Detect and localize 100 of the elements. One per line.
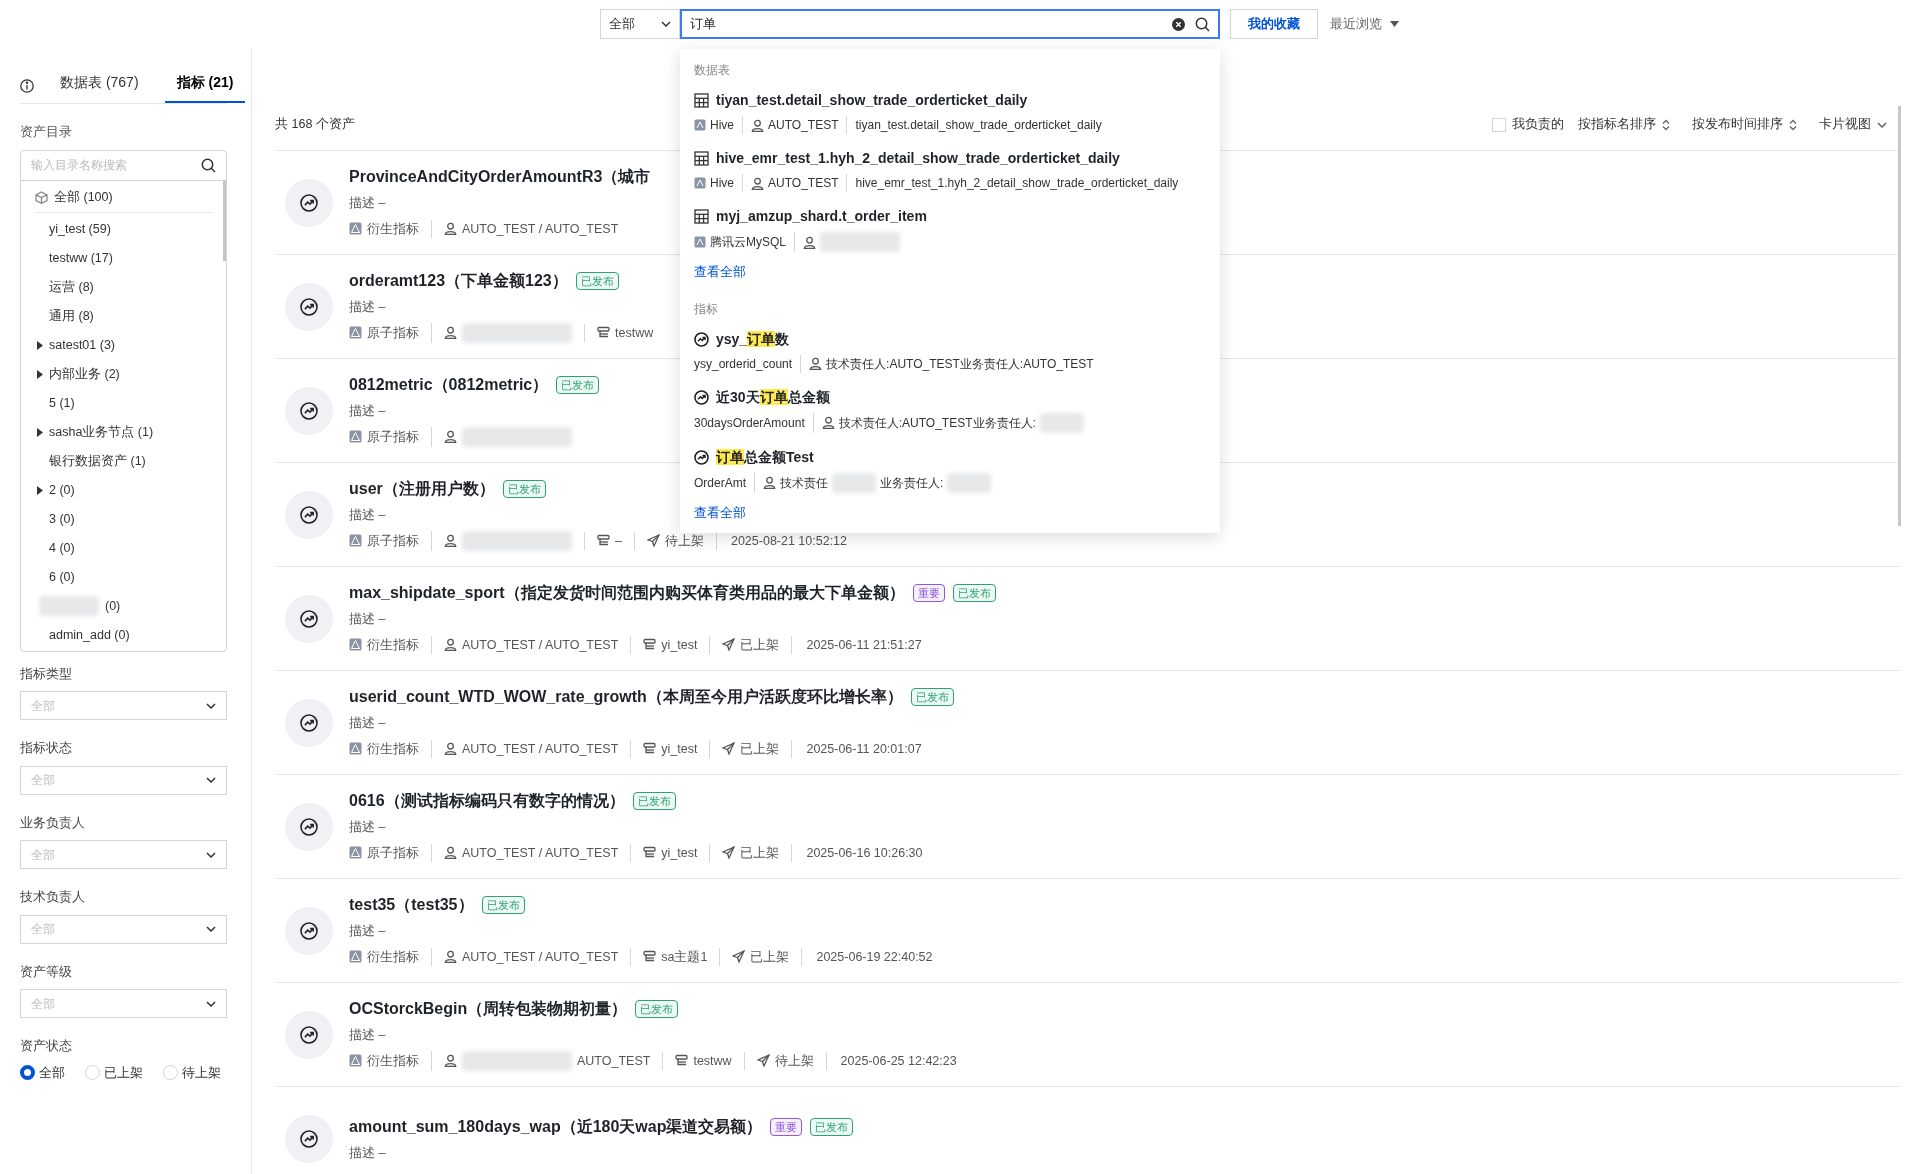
tree-item[interactable]: yi_test (59) [37, 214, 111, 244]
metric-title[interactable]: OCStorckBegin（周转包装物期初量） [349, 997, 628, 1022]
metric-title[interactable]: max_shipdate_sport（指定发货时间范围内购买体育类用品的最大下单金额） [349, 581, 905, 606]
type-icon [349, 1054, 362, 1068]
tree-item[interactable]: testww (17) [37, 243, 113, 273]
owner-name: AUTO_TEST / AUTO_TEST [462, 948, 619, 966]
search-result[interactable]: myj_amzup_shard.t_order_item 腾讯云MySQL [694, 199, 1206, 259]
tree-item[interactable]: 运营 (8) [37, 272, 94, 302]
tree-item[interactable]: 3 (0) [37, 504, 75, 534]
tree-item[interactable]: 2 (0) [37, 475, 75, 505]
user-icon [444, 534, 457, 548]
catalog-search-field[interactable]: 输入目录名称搜索 [21, 150, 226, 181]
sort-icon [1662, 118, 1670, 131]
metric-description: 描述 – [349, 715, 386, 733]
view-all-link[interactable]: 查看全部 [694, 503, 746, 523]
tree-item[interactable]: sasha业务节点 (1) [37, 417, 154, 447]
metric-title[interactable]: amount_sum_180days_wap（近180天wap渠道交易额） [349, 1114, 763, 1139]
metric-type: 衍生指标 [367, 1052, 419, 1070]
tree-item[interactable]: 内部业务 (2) [37, 359, 120, 389]
send-icon [722, 742, 736, 756]
type-icon [349, 430, 362, 444]
user-icon [444, 326, 457, 340]
tree-item[interactable]: admin_add (0) [37, 620, 130, 650]
view-all-link[interactable]: 查看全部 [694, 263, 746, 282]
tree-item[interactable]: 全部 (100) [35, 182, 113, 212]
filter-label: 指标类型 [20, 664, 73, 683]
search-field[interactable]: 订单 [680, 9, 1220, 39]
tree-item[interactable]: 银行数据资产 (1) [37, 446, 146, 476]
favorites-button[interactable]: 我的收藏 [1230, 9, 1318, 39]
metric-icon [300, 505, 318, 524]
publish-time: 2025-06-11 20:01:07 [805, 740, 923, 758]
radio-option[interactable]: 待上架 [163, 1063, 221, 1083]
tree-item[interactable]: 5 (1) [37, 388, 75, 418]
database-icon [694, 236, 706, 248]
folder-tree-icon [597, 326, 610, 340]
user-icon [763, 476, 776, 490]
search-icon[interactable] [1195, 16, 1210, 32]
owner-name: AUTO_TEST / AUTO_TEST [462, 220, 619, 238]
search-result[interactable]: hive_emr_test_1.hyh_2_detail_show_trade_orderticket_daily Hive AUTO_TEST hive_emr_test_1.hyh_2_detail_show_trade_orderticket_daily [694, 141, 1206, 199]
metric-status: 已上架 [740, 740, 780, 758]
search-icon[interactable] [201, 157, 216, 173]
search-input[interactable]: 订单 [690, 14, 1162, 34]
search-result[interactable]: tiyan_test.detail_show_trade_orderticket_daily Hive AUTO_TEST tiyan_test.detail_show_trade_orderticket_daily [694, 83, 1206, 141]
metric-title[interactable]: 0812metric（0812metric） [349, 373, 549, 398]
tree-item[interactable]: 6 (0) [37, 562, 75, 592]
user-icon [444, 222, 457, 236]
search-result[interactable]: 订单总金额Test OrderAmt 技术责任 业务责任人: [694, 439, 1206, 500]
database-icon [694, 119, 706, 131]
metric-description: 描述 – [349, 1027, 386, 1045]
result-title: myj_amzup_shard.t_order_item [716, 207, 927, 226]
radio-option[interactable]: 全部 [20, 1063, 65, 1083]
owner-name: 技术责任人:AUTO_TEST业务责任人: [838, 414, 1036, 432]
metric-title[interactable]: user（注册用户数） [349, 477, 495, 502]
chevron-down-icon [661, 21, 671, 27]
status-tag: 已发布 [910, 688, 954, 707]
user-icon [444, 950, 457, 964]
metric-title[interactable]: test35（test35） [349, 893, 474, 918]
metric-icon [300, 921, 318, 940]
chevron-down-icon [206, 1000, 216, 1007]
metric-title[interactable]: orderamt123（下单金额123） [349, 269, 568, 294]
tree-item[interactable]: (0) [37, 591, 121, 621]
owner-name: 业务责任人: [880, 474, 944, 492]
metric-title[interactable]: 0616（测试指标编码只有数字的情况） [349, 789, 625, 814]
radio-option[interactable]: 已上架 [85, 1063, 143, 1083]
clear-icon[interactable] [1172, 17, 1185, 31]
chevron-down-icon [206, 851, 216, 858]
catalog-search-input[interactable]: 输入目录名称搜索 [31, 156, 201, 174]
tree-item[interactable]: satest01 (3) [37, 330, 115, 360]
metric-type: 原子指标 [367, 532, 419, 550]
status-tag: 已发布 [481, 896, 525, 915]
info-icon [20, 79, 34, 93]
section-heading: 指标 [694, 300, 719, 318]
source-name: Hive [710, 117, 734, 134]
tree-item-label: (0) [105, 597, 121, 615]
source-name: Hive [710, 175, 734, 192]
sort-button[interactable]: 按发布时间排序 [1692, 115, 1797, 134]
tab[interactable]: 指标 (21) [164, 72, 246, 103]
folder-tree-icon [643, 846, 657, 860]
metric-title[interactable]: ProvinceAndCityOrderAmountR3（城市 [349, 165, 651, 190]
metric-title[interactable]: userid_count_WTD_WOW_rate_growth（本周至今用户活跃度环比增长率） [349, 685, 903, 710]
tab[interactable]: 数据表 (767) [48, 72, 151, 103]
owner-name: AUTO_TEST / AUTO_TEST [462, 740, 619, 758]
tree-item[interactable]: 4 (0) [37, 533, 75, 563]
view-select[interactable]: 卡片视图 [1819, 115, 1887, 134]
filter-label: 指标状态 [20, 739, 73, 757]
metric-type: 衍生指标 [367, 740, 419, 758]
mine-checkbox[interactable]: 我负责的 [1492, 115, 1564, 134]
user-icon [821, 416, 835, 430]
source-name: 腾讯云MySQL [710, 234, 786, 251]
filter-label: 资产状态 [20, 1037, 73, 1055]
metric-code: OrderAmt [694, 474, 747, 492]
tree-item[interactable]: 通用 (8) [37, 301, 94, 331]
status-tag: 已发布 [502, 480, 546, 499]
folder-tree-icon [643, 742, 657, 756]
send-icon [722, 846, 736, 860]
scope-select[interactable]: 全部 [600, 9, 680, 39]
recent-menu[interactable]: 最近浏览 [1330, 14, 1399, 34]
result-title: hive_emr_test_1.hyh_2_detail_show_trade_orderticket_daily [716, 149, 1120, 168]
sort-button[interactable]: 按指标名排序 [1578, 115, 1670, 134]
status-tag: 已发布 [556, 376, 600, 395]
